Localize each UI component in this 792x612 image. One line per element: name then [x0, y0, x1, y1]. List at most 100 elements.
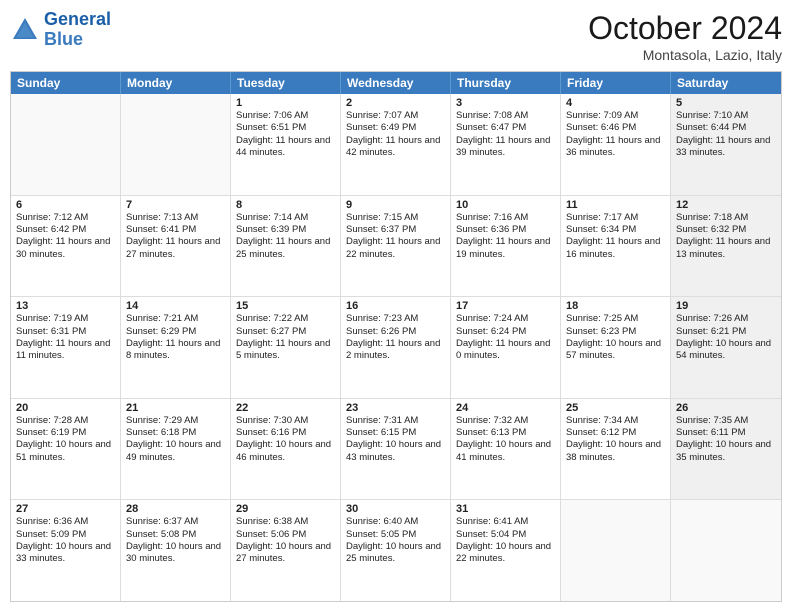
day-number: 16 [346, 300, 445, 312]
day-number: 10 [456, 199, 555, 211]
calendar-cell: 7Sunrise: 7:13 AMSunset: 6:41 PMDaylight… [121, 196, 231, 297]
sunset-text: Sunset: 5:08 PM [126, 529, 225, 541]
daylight-text: Daylight: 11 hours and 30 minutes. [16, 236, 115, 261]
calendar-cell: 3Sunrise: 7:08 AMSunset: 6:47 PMDaylight… [451, 94, 561, 195]
sunrise-text: Sunrise: 7:08 AM [456, 110, 555, 122]
daylight-text: Daylight: 10 hours and 41 minutes. [456, 439, 555, 464]
calendar-cell: 17Sunrise: 7:24 AMSunset: 6:24 PMDayligh… [451, 297, 561, 398]
calendar-cell [671, 500, 781, 601]
daylight-text: Daylight: 11 hours and 22 minutes. [346, 236, 445, 261]
sunset-text: Sunset: 6:47 PM [456, 122, 555, 134]
logo-general: General [44, 9, 111, 29]
daylight-text: Daylight: 11 hours and 44 minutes. [236, 135, 335, 160]
calendar-cell: 6Sunrise: 7:12 AMSunset: 6:42 PMDaylight… [11, 196, 121, 297]
sunrise-text: Sunrise: 7:30 AM [236, 415, 335, 427]
sunset-text: Sunset: 6:29 PM [126, 326, 225, 338]
sunset-text: Sunset: 5:05 PM [346, 529, 445, 541]
daylight-text: Daylight: 11 hours and 13 minutes. [676, 236, 776, 261]
sunrise-text: Sunrise: 7:34 AM [566, 415, 665, 427]
daylight-text: Daylight: 10 hours and 54 minutes. [676, 338, 776, 363]
daylight-text: Daylight: 10 hours and 25 minutes. [346, 541, 445, 566]
calendar-cell: 31Sunrise: 6:41 AMSunset: 5:04 PMDayligh… [451, 500, 561, 601]
sunset-text: Sunset: 6:16 PM [236, 427, 335, 439]
calendar-cell: 25Sunrise: 7:34 AMSunset: 6:12 PMDayligh… [561, 399, 671, 500]
calendar-cell: 21Sunrise: 7:29 AMSunset: 6:18 PMDayligh… [121, 399, 231, 500]
day-number: 29 [236, 503, 335, 515]
calendar-cell: 15Sunrise: 7:22 AMSunset: 6:27 PMDayligh… [231, 297, 341, 398]
sunset-text: Sunset: 6:37 PM [346, 224, 445, 236]
day-number: 21 [126, 402, 225, 414]
sunrise-text: Sunrise: 7:29 AM [126, 415, 225, 427]
calendar-cell: 1Sunrise: 7:06 AMSunset: 6:51 PMDaylight… [231, 94, 341, 195]
day-number: 8 [236, 199, 335, 211]
sunrise-text: Sunrise: 6:36 AM [16, 516, 115, 528]
sunset-text: Sunset: 6:27 PM [236, 326, 335, 338]
calendar-cell [11, 94, 121, 195]
header-tuesday: Tuesday [231, 72, 341, 94]
logo-text: General Blue [44, 10, 111, 50]
daylight-text: Daylight: 11 hours and 33 minutes. [676, 135, 776, 160]
calendar-cell: 5Sunrise: 7:10 AMSunset: 6:44 PMDaylight… [671, 94, 781, 195]
day-number: 24 [456, 402, 555, 414]
sunrise-text: Sunrise: 7:15 AM [346, 212, 445, 224]
page: General Blue October 2024 Montasola, Laz… [0, 0, 792, 612]
location: Montasola, Lazio, Italy [588, 47, 782, 63]
calendar-cell: 24Sunrise: 7:32 AMSunset: 6:13 PMDayligh… [451, 399, 561, 500]
calendar-cell: 4Sunrise: 7:09 AMSunset: 6:46 PMDaylight… [561, 94, 671, 195]
sunrise-text: Sunrise: 7:26 AM [676, 313, 776, 325]
daylight-text: Daylight: 11 hours and 25 minutes. [236, 236, 335, 261]
calendar-cell: 13Sunrise: 7:19 AMSunset: 6:31 PMDayligh… [11, 297, 121, 398]
calendar-cell: 28Sunrise: 6:37 AMSunset: 5:08 PMDayligh… [121, 500, 231, 601]
daylight-text: Daylight: 11 hours and 2 minutes. [346, 338, 445, 363]
daylight-text: Daylight: 10 hours and 46 minutes. [236, 439, 335, 464]
month-title: October 2024 [588, 10, 782, 47]
title-block: October 2024 Montasola, Lazio, Italy [588, 10, 782, 63]
sunrise-text: Sunrise: 6:37 AM [126, 516, 225, 528]
sunrise-text: Sunrise: 7:14 AM [236, 212, 335, 224]
day-number: 19 [676, 300, 776, 312]
day-number: 12 [676, 199, 776, 211]
daylight-text: Daylight: 11 hours and 27 minutes. [126, 236, 225, 261]
sunset-text: Sunset: 6:51 PM [236, 122, 335, 134]
header-friday: Friday [561, 72, 671, 94]
sunset-text: Sunset: 6:24 PM [456, 326, 555, 338]
sunrise-text: Sunrise: 7:24 AM [456, 313, 555, 325]
day-number: 26 [676, 402, 776, 414]
sunset-text: Sunset: 6:23 PM [566, 326, 665, 338]
day-number: 28 [126, 503, 225, 515]
logo-icon [10, 15, 40, 45]
calendar-cell: 16Sunrise: 7:23 AMSunset: 6:26 PMDayligh… [341, 297, 451, 398]
calendar-cell: 27Sunrise: 6:36 AMSunset: 5:09 PMDayligh… [11, 500, 121, 601]
sunrise-text: Sunrise: 6:40 AM [346, 516, 445, 528]
calendar-cell: 10Sunrise: 7:16 AMSunset: 6:36 PMDayligh… [451, 196, 561, 297]
sunrise-text: Sunrise: 7:21 AM [126, 313, 225, 325]
sunset-text: Sunset: 5:06 PM [236, 529, 335, 541]
header-sunday: Sunday [11, 72, 121, 94]
daylight-text: Daylight: 11 hours and 5 minutes. [236, 338, 335, 363]
calendar-row: 1Sunrise: 7:06 AMSunset: 6:51 PMDaylight… [11, 94, 781, 196]
sunset-text: Sunset: 5:04 PM [456, 529, 555, 541]
daylight-text: Daylight: 10 hours and 22 minutes. [456, 541, 555, 566]
calendar-cell [561, 500, 671, 601]
day-number: 17 [456, 300, 555, 312]
day-number: 5 [676, 97, 776, 109]
sunrise-text: Sunrise: 7:18 AM [676, 212, 776, 224]
sunrise-text: Sunrise: 7:25 AM [566, 313, 665, 325]
sunrise-text: Sunrise: 7:12 AM [16, 212, 115, 224]
sunset-text: Sunset: 6:21 PM [676, 326, 776, 338]
calendar-header: Sunday Monday Tuesday Wednesday Thursday… [11, 72, 781, 94]
header-thursday: Thursday [451, 72, 561, 94]
daylight-text: Daylight: 10 hours and 38 minutes. [566, 439, 665, 464]
sunrise-text: Sunrise: 7:17 AM [566, 212, 665, 224]
daylight-text: Daylight: 11 hours and 42 minutes. [346, 135, 445, 160]
sunrise-text: Sunrise: 7:13 AM [126, 212, 225, 224]
day-number: 13 [16, 300, 115, 312]
day-number: 1 [236, 97, 335, 109]
daylight-text: Daylight: 11 hours and 0 minutes. [456, 338, 555, 363]
daylight-text: Daylight: 11 hours and 19 minutes. [456, 236, 555, 261]
calendar-cell: 23Sunrise: 7:31 AMSunset: 6:15 PMDayligh… [341, 399, 451, 500]
calendar-cell: 26Sunrise: 7:35 AMSunset: 6:11 PMDayligh… [671, 399, 781, 500]
daylight-text: Daylight: 11 hours and 16 minutes. [566, 236, 665, 261]
header: General Blue October 2024 Montasola, Laz… [10, 10, 782, 63]
sunrise-text: Sunrise: 6:41 AM [456, 516, 555, 528]
